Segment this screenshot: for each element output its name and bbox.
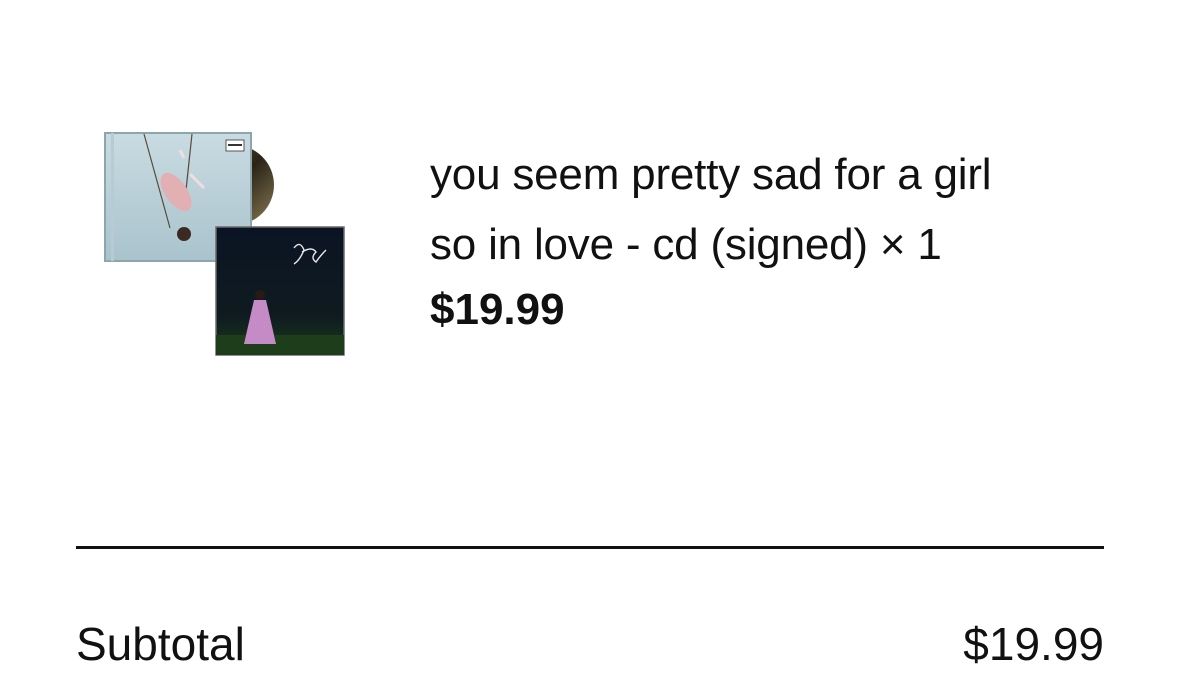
product-title-line-2: so in love - cd (signed) × 1	[430, 220, 942, 269]
summary-divider	[76, 546, 1104, 549]
product-title-line-1: you seem pretty sad for a girl	[430, 150, 992, 199]
line-item-details: you seem pretty sad for a girl so in lov…	[430, 140, 1130, 340]
album-cover-image	[104, 130, 349, 360]
subtotal-label: Subtotal	[76, 618, 245, 670]
product-price: $19.99	[430, 285, 565, 334]
subtotal-row: Subtotal $19.99	[76, 614, 1104, 674]
subtotal-value: $19.99	[963, 618, 1104, 670]
order-line-item: you seem pretty sad for a girl so in lov…	[0, 0, 1179, 420]
